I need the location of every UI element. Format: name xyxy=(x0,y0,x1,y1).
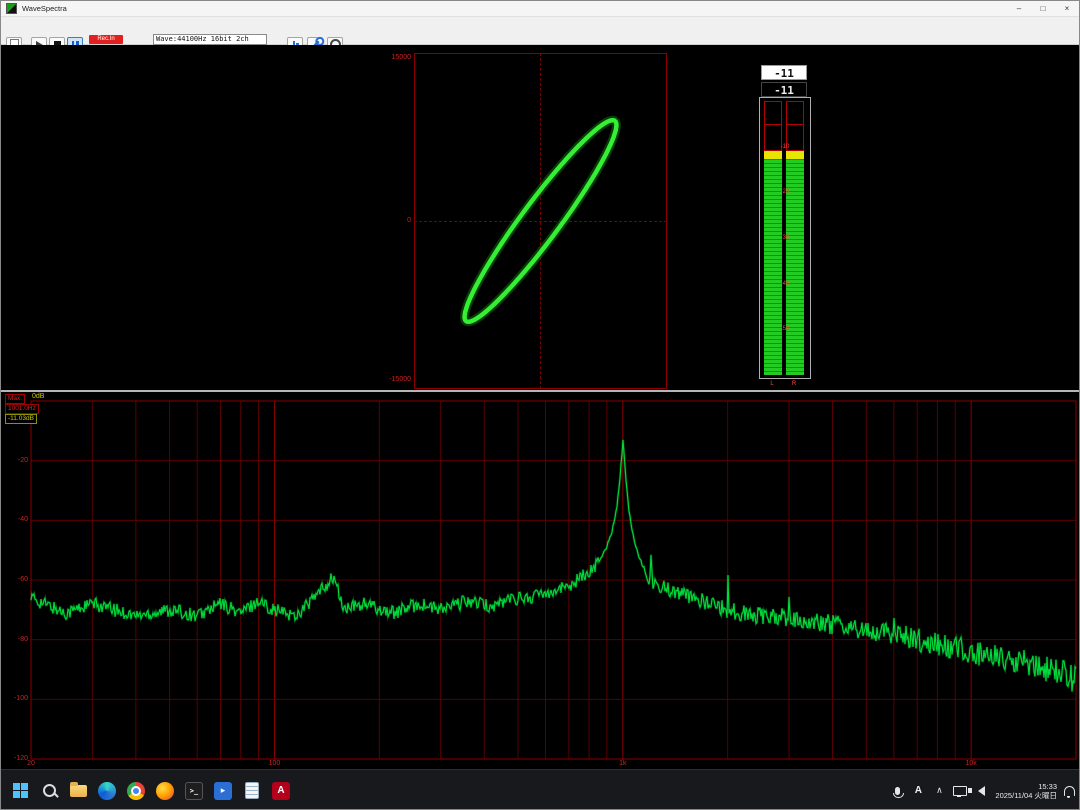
x-tick-label: 10k xyxy=(959,760,983,767)
scope-ymid-label: 0 xyxy=(375,217,411,224)
spectrum-pane: 0dB Max. 1001.0Hz -11.03dB -20 -40 -60 -80 -… xyxy=(1,392,1080,769)
max-label: Max. xyxy=(5,394,25,404)
meter-scale-label: -20 xyxy=(760,189,810,195)
clock-time: 15:33 xyxy=(995,782,1057,791)
lissajous-trace xyxy=(414,53,667,389)
search-icon[interactable] xyxy=(36,778,62,804)
window-title: WaveSpectra xyxy=(22,4,1007,13)
x-tick-label: 1k xyxy=(611,760,635,767)
y-tick-label: -20 xyxy=(3,457,28,464)
meter-scale-label: -40 xyxy=(760,281,810,287)
explorer-icon[interactable] xyxy=(65,778,91,804)
edge-icon[interactable] xyxy=(94,778,120,804)
y-tick-label: -40 xyxy=(3,516,28,523)
x-tick-label: 20 xyxy=(19,760,43,767)
lissajous-pane: 15000 0 -15000 -11 -11 -10 -20 -30 -40 -50 L… xyxy=(1,45,1080,390)
close-button[interactable]: × xyxy=(1055,1,1079,16)
db-unit-label: 0dB xyxy=(32,393,44,400)
y-tick-label: -100 xyxy=(3,695,28,702)
meter-tick-line xyxy=(764,124,782,125)
chevron-icon[interactable]: ∧ xyxy=(932,778,946,804)
meter-peak-left: -11 xyxy=(761,65,807,80)
meter-peak-right: -11 xyxy=(761,82,807,97)
meter-yellow-segment xyxy=(764,151,782,159)
notepad-icon[interactable] xyxy=(239,778,265,804)
wave-format-info: Wave:44100Hz 16bit 2ch xyxy=(153,34,267,45)
start-icon[interactable] xyxy=(7,778,33,804)
terminal-icon[interactable]: >_ xyxy=(181,778,207,804)
y-tick-label: -80 xyxy=(3,636,28,643)
meter-scale-label: -30 xyxy=(760,235,810,241)
ime-icon[interactable]: A xyxy=(911,778,925,804)
rec-in-badge: Rec.In xyxy=(89,35,123,44)
minimize-button[interactable]: – xyxy=(1007,1,1031,16)
meter-scale-label: -50 xyxy=(760,326,810,332)
taskbar-clock[interactable]: 15:33 2025/11/04 火曜日 xyxy=(995,782,1057,800)
taskbar: >_▸A A∧ 15:33 2025/11/04 火曜日 xyxy=(1,769,1080,810)
mic-icon[interactable] xyxy=(890,778,904,804)
meter-scale-label: -10 xyxy=(760,144,810,150)
wavespectra-window: WaveSpectra – □ × Rec.In Wave:44100Hz 16… xyxy=(0,0,1080,810)
scope-ymax-label: 15000 xyxy=(375,54,411,61)
x-tick-label: 100 xyxy=(262,760,286,767)
meter-tick-line xyxy=(786,124,804,125)
level-meter: -10 -20 -30 -40 -50 xyxy=(759,97,811,379)
clock-date: 2025/11/04 火曜日 xyxy=(995,791,1057,800)
meter-channel-r-label: R xyxy=(785,381,803,387)
y-tick-label: -60 xyxy=(3,576,28,583)
media-icon[interactable]: ▸ xyxy=(210,778,236,804)
window-controls: – □ × xyxy=(1007,1,1079,16)
client-area: 15000 0 -15000 -11 -11 -10 -20 -30 -40 -50 L… xyxy=(1,45,1080,769)
spectrum-plot xyxy=(1,392,1080,769)
tray-icons: A∧ xyxy=(890,778,988,804)
max-freq-readout: 1001.0Hz xyxy=(5,404,39,414)
max-db-readout: -11.03dB xyxy=(5,414,37,424)
volume-icon[interactable] xyxy=(974,778,988,804)
system-tray: A∧ 15:33 2025/11/04 火曜日 xyxy=(890,778,1075,804)
titlebar: WaveSpectra – □ × xyxy=(1,1,1079,17)
meter-channel-l-label: L xyxy=(763,381,781,387)
toolbar: Rec.In Wave:44100Hz 16bit 2ch FFT:32768 … xyxy=(1,17,1079,45)
notifications-bell-icon[interactable] xyxy=(1064,786,1075,796)
firefox-icon[interactable] xyxy=(152,778,178,804)
app-icon xyxy=(6,3,17,14)
maximize-button[interactable]: □ xyxy=(1031,1,1055,16)
acrobat-icon[interactable]: A xyxy=(268,778,294,804)
taskbar-pinned-apps: >_▸ A xyxy=(7,778,294,804)
chrome-icon[interactable] xyxy=(123,778,149,804)
scope-ymin-label: -15000 xyxy=(375,376,411,383)
meter-yellow-segment xyxy=(786,151,804,159)
display-icon[interactable] xyxy=(953,778,967,804)
